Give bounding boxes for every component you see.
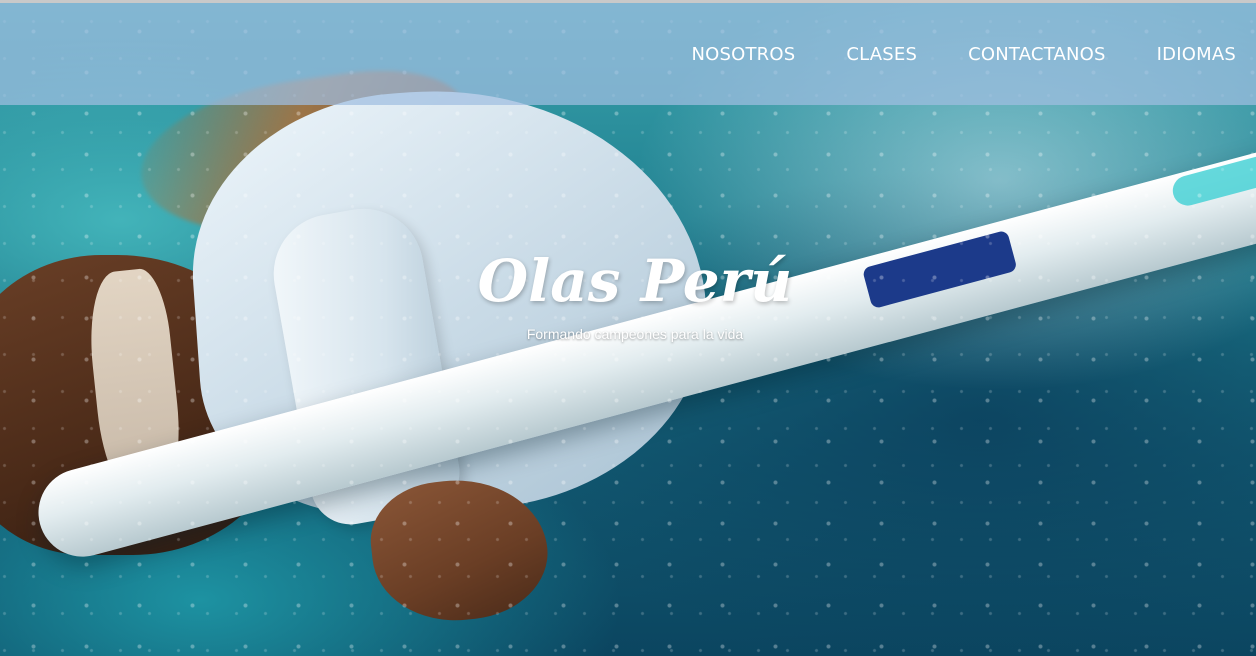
hero-subtitle: Formando campeones para la vida: [526, 326, 744, 342]
nav-item-clases: CLASES: [846, 44, 917, 65]
hero-title: Olas Perú: [477, 247, 793, 315]
nav-link-clases[interactable]: CLASES: [846, 44, 917, 65]
nav-item-idiomas: IDIOMAS: [1157, 44, 1236, 65]
nav-item-contactanos: CONTACTANOS: [968, 44, 1106, 65]
hero-section: NOSOTROS CLASES CONTACTANOS IDIOMAS Olas…: [0, 0, 1256, 656]
nav-link-idiomas[interactable]: IDIOMAS: [1157, 44, 1236, 65]
top-navbar: NOSOTROS CLASES CONTACTANOS IDIOMAS: [0, 3, 1256, 105]
top-border: [0, 0, 1256, 3]
nav-menu: NOSOTROS CLASES CONTACTANOS IDIOMAS: [640, 3, 1236, 105]
nav-item-nosotros: NOSOTROS: [691, 44, 795, 65]
nav-link-contactanos[interactable]: CONTACTANOS: [968, 44, 1106, 65]
nav-link-nosotros[interactable]: NOSOTROS: [691, 44, 795, 65]
hero-text-block: Olas Perú Formando campeones para la vid…: [400, 240, 870, 342]
